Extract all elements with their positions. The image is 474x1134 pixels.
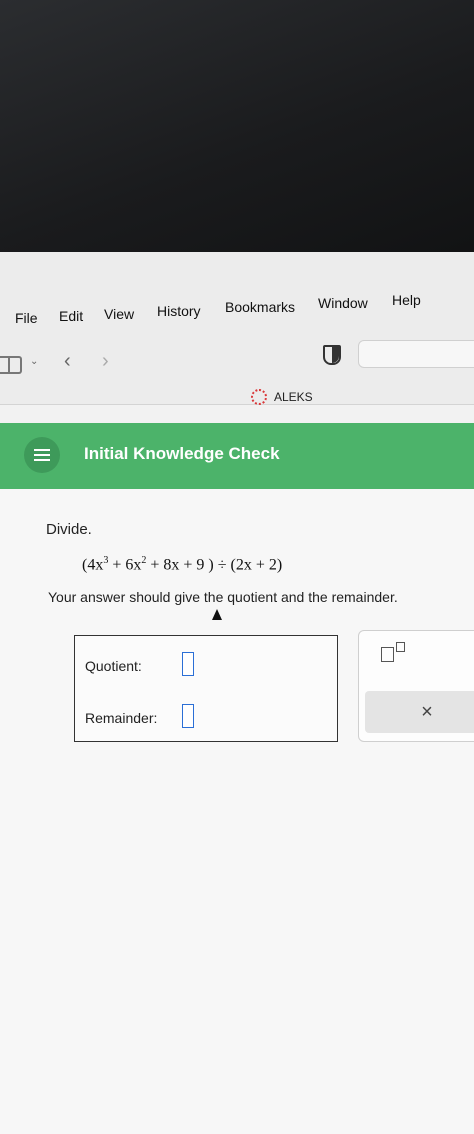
- problem-area: Divide. (4x3 + 6x2 + 8x + 9 ) ÷ (2x + 2)…: [0, 489, 474, 1134]
- answer-box: Quotient: Remainder:: [74, 635, 338, 742]
- back-arrow-icon[interactable]: ‹: [64, 350, 71, 373]
- close-icon: ×: [421, 701, 433, 723]
- math-expression: (4x3 + 6x2 + 8x + 9 ) ÷ (2x + 2): [82, 555, 282, 574]
- expression-rest: + 8x + 9 ) ÷ (2x + 2): [146, 556, 283, 574]
- browser-toolbar: ⌄ ‹ ›: [0, 326, 474, 405]
- macos-menubar: File Edit View History Bookmarks Window …: [0, 252, 474, 326]
- menu-history[interactable]: History: [157, 303, 201, 319]
- problem-prompt: Divide.: [46, 521, 92, 538]
- quotient-label: Quotient:: [85, 658, 142, 674]
- remainder-input[interactable]: [182, 704, 194, 728]
- app-header: Initial Knowledge Check: [0, 423, 474, 489]
- screen: File Edit View History Bookmarks Window …: [0, 252, 474, 1134]
- term-b: + 6x: [112, 556, 142, 574]
- math-tool-panel: ×: [358, 630, 474, 742]
- quotient-input[interactable]: [182, 652, 194, 676]
- forward-arrow-icon[interactable]: ›: [102, 350, 109, 373]
- term-a: 4x: [87, 556, 104, 574]
- address-bar[interactable]: [358, 340, 474, 368]
- term-a-exponent: 3: [103, 555, 109, 566]
- page-title: Initial Knowledge Check: [84, 444, 280, 463]
- aleks-logo-icon: [251, 389, 267, 405]
- menu-edit[interactable]: Edit: [59, 308, 83, 324]
- sidebar-toggle-icon[interactable]: [0, 356, 22, 374]
- menu-view[interactable]: View: [104, 306, 134, 322]
- menu-window[interactable]: Window: [318, 295, 368, 311]
- exponent-tool-icon[interactable]: [381, 642, 405, 662]
- mouse-cursor-icon: [212, 609, 222, 620]
- page-tab-title[interactable]: ALEKS: [274, 390, 313, 404]
- problem-instruction: Your answer should give the quotient and…: [48, 589, 398, 605]
- remainder-label: Remainder:: [85, 710, 158, 726]
- monitor-bezel: [0, 0, 474, 270]
- clear-button[interactable]: ×: [365, 691, 474, 733]
- menu-hamburger-icon[interactable]: [24, 437, 60, 473]
- menu-file[interactable]: File: [15, 310, 38, 326]
- chevron-down-icon[interactable]: ⌄: [30, 356, 38, 367]
- privacy-shield-icon[interactable]: [323, 345, 341, 365]
- menu-help[interactable]: Help: [392, 292, 421, 308]
- menu-bookmarks[interactable]: Bookmarks: [225, 299, 295, 315]
